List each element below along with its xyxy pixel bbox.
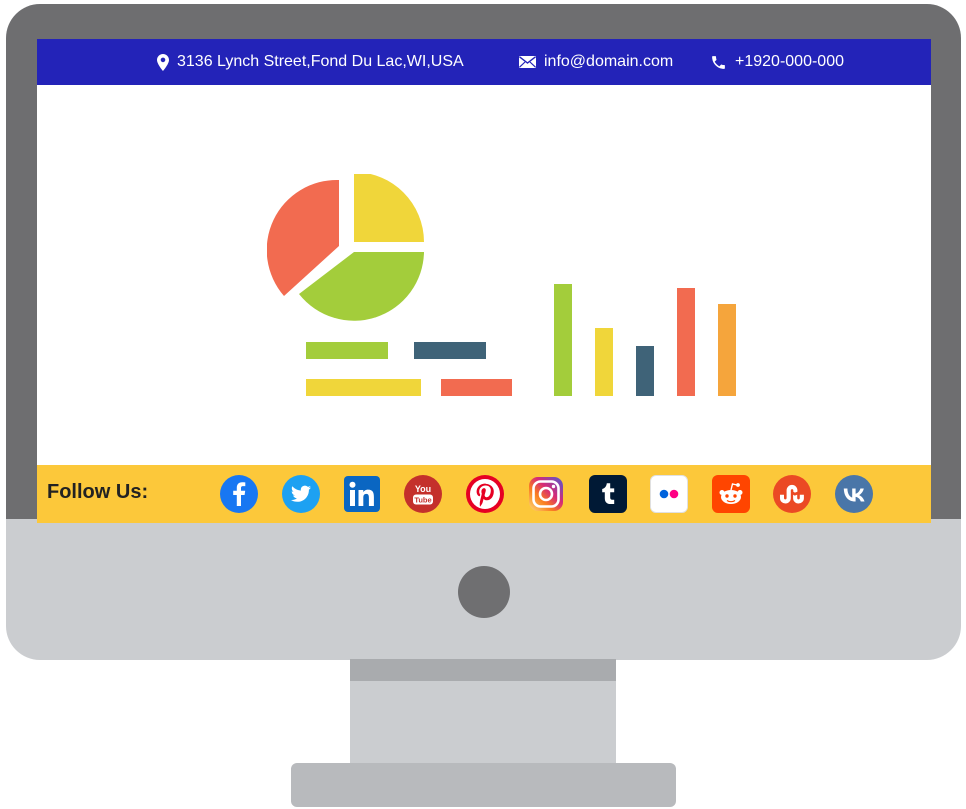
flickr-icon[interactable] [650, 475, 688, 513]
bar-chart-graphic [554, 284, 736, 396]
monitor-stand-shadow [350, 659, 616, 681]
facebook-icon[interactable] [220, 475, 258, 513]
bar-5 [718, 304, 736, 396]
email-text[interactable]: info@domain.com [544, 53, 673, 71]
pie-chart-graphic [267, 174, 424, 321]
follow-bar: Follow Us: You Tube [37, 465, 931, 523]
legend-bar-yellow [306, 379, 421, 396]
location-pin-icon [157, 53, 169, 71]
linkedin-icon[interactable] [343, 475, 381, 513]
monitor-screen: 3136 Lynch Street,Fond Du Lac,WI,USA inf… [37, 39, 931, 523]
phone-text[interactable]: +1920-000-000 [735, 53, 844, 71]
reddit-icon[interactable] [712, 475, 750, 513]
phone-icon [712, 55, 725, 69]
youtube-icon[interactable]: You Tube [404, 475, 442, 513]
legend-bar-green [306, 342, 388, 359]
address-item: 3136 Lynch Street,Fond Du Lac,WI,USA [157, 39, 464, 85]
svg-text:You: You [415, 484, 431, 494]
legend-bar-red [441, 379, 512, 396]
pinterest-icon[interactable] [466, 475, 504, 513]
legend-bar-slate [414, 342, 486, 359]
envelope-icon [519, 56, 536, 68]
analytics-illustration [267, 174, 736, 396]
bar-3 [636, 346, 654, 396]
email-item[interactable]: info@domain.com [519, 39, 673, 85]
stumbleupon-icon[interactable] [773, 475, 811, 513]
bar-2 [595, 328, 613, 396]
monitor-power-button[interactable] [458, 566, 510, 618]
instagram-icon[interactable] [527, 475, 565, 513]
bar-1 [554, 284, 572, 396]
twitter-icon[interactable] [282, 475, 320, 513]
svg-text:Tube: Tube [414, 496, 431, 505]
pie-slice-yellow [354, 174, 424, 242]
monitor-stand-base [291, 763, 676, 807]
contact-bar: 3136 Lynch Street,Fond Du Lac,WI,USA inf… [37, 39, 931, 85]
legend-bars-graphic [306, 342, 512, 396]
tumblr-icon[interactable] [589, 475, 627, 513]
vk-icon[interactable] [835, 475, 873, 513]
address-text: 3136 Lynch Street,Fond Du Lac,WI,USA [177, 53, 464, 70]
phone-item[interactable]: +1920-000-000 [710, 39, 844, 85]
follow-label: Follow Us: [47, 481, 149, 503]
bar-4 [677, 288, 695, 396]
